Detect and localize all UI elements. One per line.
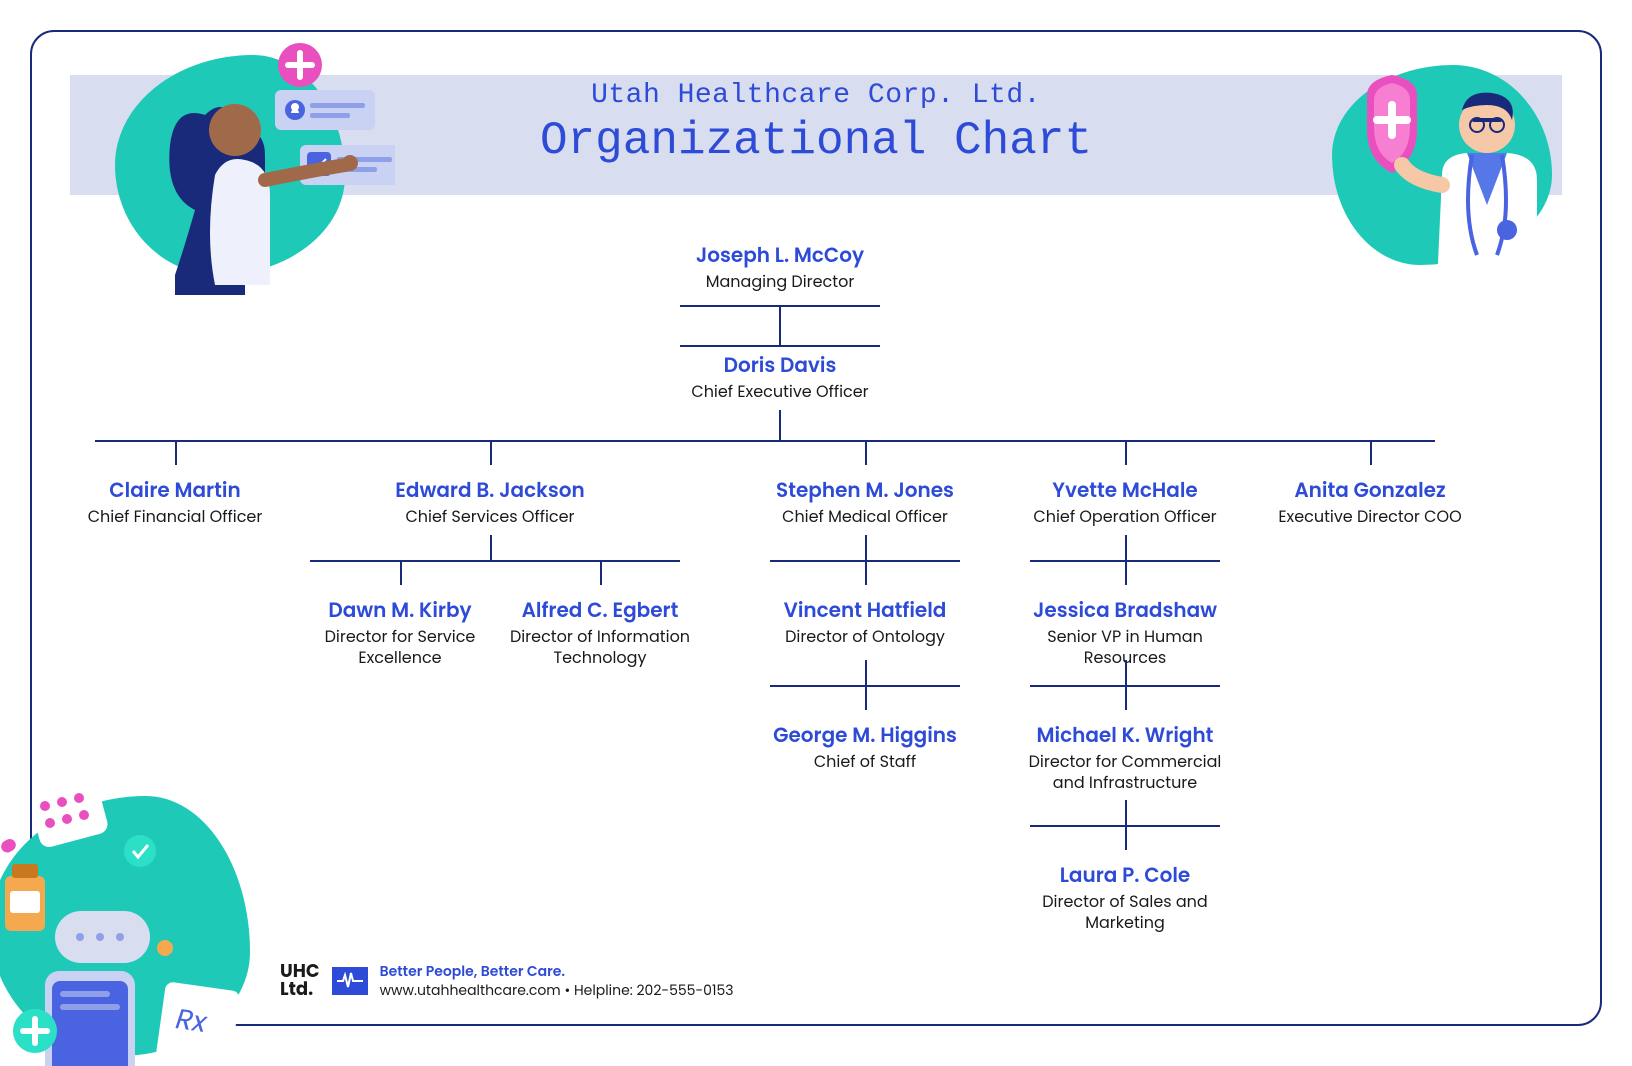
node-dit: Alfred C. Egbert Director of Information…: [490, 595, 710, 669]
person-name: Edward B. Jackson: [380, 475, 600, 505]
person-name: Vincent Hatfield: [755, 595, 975, 625]
medical-items-illustration: Rx: [0, 776, 280, 1066]
footer-text: Better People, Better Care. www.utahheal…: [380, 962, 734, 1001]
person-name: Stephen M. Jones: [755, 475, 975, 505]
node-ceo: Doris Davis Chief Executive Officer: [670, 350, 890, 403]
person-name: Dawn M. Kirby: [290, 595, 510, 625]
person-name: Joseph L. McCoy: [670, 240, 890, 270]
person-name: Michael K. Wright: [1015, 720, 1235, 750]
person-name: Yvette McHale: [1015, 475, 1235, 505]
person-name: Alfred C. Egbert: [490, 595, 710, 625]
footer-logo-line2: Ltd.: [280, 981, 320, 999]
node-dse: Dawn M. Kirby Director for Service Excel…: [290, 595, 510, 669]
person-role: Managing Director: [670, 272, 890, 293]
title-block: Utah Healthcare Corp. Ltd. Organizationa…: [0, 80, 1632, 167]
person-name: George M. Higgins: [755, 720, 975, 750]
footer-tagline: Better People, Better Care.: [380, 962, 734, 982]
node-svp-hr: Jessica Bradshaw Senior VP in Human Reso…: [1015, 595, 1235, 669]
node-edc: Anita Gonzalez Executive Director COO: [1260, 475, 1480, 528]
footer-logo-text: UHC Ltd.: [280, 963, 320, 999]
node-managing-director: Joseph L. McCoy Managing Director: [670, 240, 890, 293]
person-name: Laura P. Cole: [1015, 860, 1235, 890]
person-role: Director of Ontology: [755, 627, 975, 648]
node-cso: Edward B. Jackson Chief Services Officer: [380, 475, 600, 528]
person-name: Jessica Bradshaw: [1015, 595, 1235, 625]
person-name: Anita Gonzalez: [1260, 475, 1480, 505]
person-role: Chief Executive Officer: [670, 382, 890, 403]
node-cmo: Stephen M. Jones Chief Medical Officer: [755, 475, 975, 528]
node-director-commercial: Michael K. Wright Director for Commercia…: [1015, 720, 1235, 794]
company-name: Utah Healthcare Corp. Ltd.: [0, 80, 1632, 111]
node-director-sales-marketing: Laura P. Cole Director of Sales and Mark…: [1015, 860, 1235, 934]
heartbeat-icon: [332, 967, 368, 995]
person-role: Chief Services Officer: [380, 507, 600, 528]
person-role: Director of Sales and Marketing: [1015, 892, 1235, 934]
person-name: Claire Martin: [65, 475, 285, 505]
person-role: Chief Operation Officer: [1015, 507, 1235, 528]
person-role: Executive Director COO: [1260, 507, 1480, 528]
person-role: Director of Information Technology: [490, 627, 710, 669]
footer: UHC Ltd. Better People, Better Care. www…: [280, 962, 734, 1001]
person-role: Director for Service Excellence: [290, 627, 510, 669]
person-role: Director for Commercial and Infrastructu…: [1015, 752, 1235, 794]
node-cfo: Claire Martin Chief Financial Officer: [65, 475, 285, 528]
person-name: Doris Davis: [670, 350, 890, 380]
main-title: Organizational Chart: [0, 115, 1632, 167]
node-director-ontology: Vincent Hatfield Director of Ontology: [755, 595, 975, 648]
person-role: Chief Financial Officer: [65, 507, 285, 528]
person-role: Chief of Staff: [755, 752, 975, 773]
node-chief-of-staff: George M. Higgins Chief of Staff: [755, 720, 975, 773]
footer-info: www.utahhealthcare.com • Helpline: 202-5…: [380, 981, 734, 1001]
person-role: Chief Medical Officer: [755, 507, 975, 528]
node-coo: Yvette McHale Chief Operation Officer: [1015, 475, 1235, 528]
